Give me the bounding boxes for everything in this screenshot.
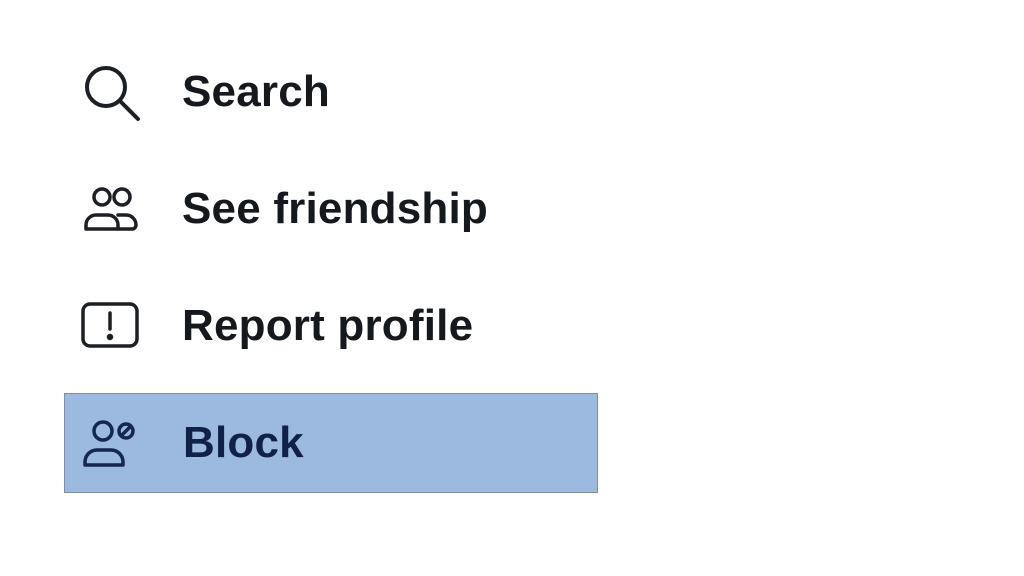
menu-item-label: Block xyxy=(183,418,304,467)
people-icon xyxy=(76,175,144,243)
menu-item-label: Search xyxy=(182,67,330,116)
menu-item-label: See friendship xyxy=(182,184,488,233)
menu-item-search[interactable]: Search xyxy=(64,42,598,142)
search-icon xyxy=(76,58,144,126)
report-icon xyxy=(76,292,144,360)
menu-item-see-friendship[interactable]: See friendship xyxy=(64,159,598,259)
context-menu: Search See friendship Report profile Blo… xyxy=(0,0,1024,576)
menu-item-report-profile[interactable]: Report profile xyxy=(64,276,598,376)
block-user-icon xyxy=(77,409,145,477)
menu-item-label: Report profile xyxy=(182,301,474,350)
menu-item-block[interactable]: Block xyxy=(64,393,598,493)
